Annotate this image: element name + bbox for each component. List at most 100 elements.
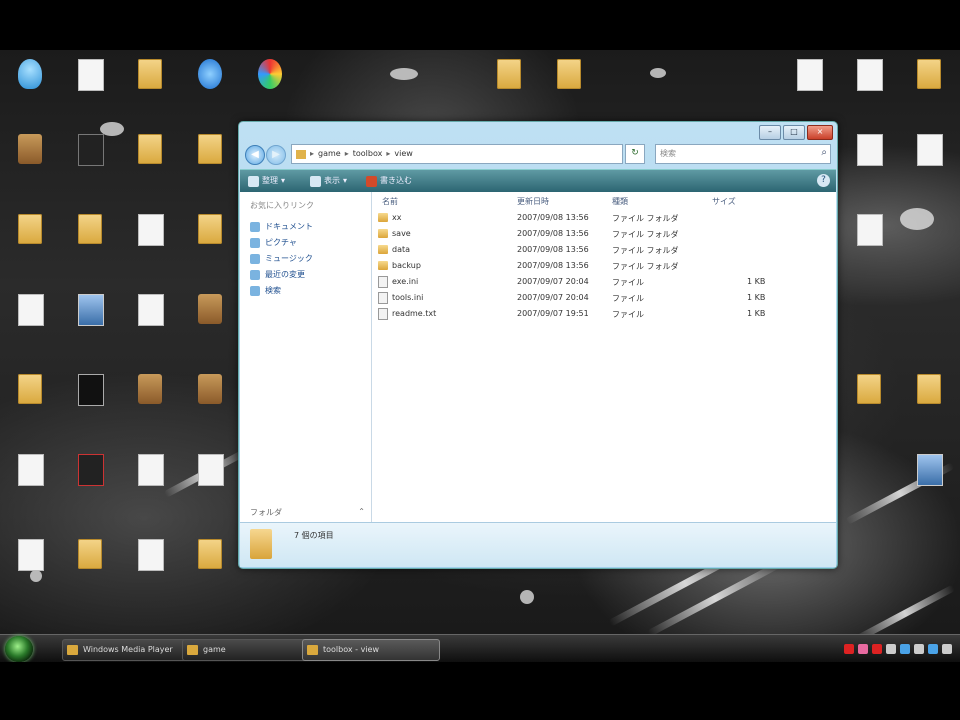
desktop-icon[interactable] <box>1 370 59 432</box>
desktop-icon[interactable] <box>61 535 119 597</box>
column-date[interactable]: 更新日時 <box>517 196 549 207</box>
tray-icon[interactable] <box>872 644 882 654</box>
desktop-icon-label <box>121 248 179 257</box>
desktop-icon[interactable] <box>181 55 239 117</box>
desktop-icon[interactable] <box>900 55 958 117</box>
column-type[interactable]: 種類 <box>612 196 628 207</box>
desktop-icon[interactable] <box>840 370 898 432</box>
tray-icon[interactable] <box>886 644 896 654</box>
desktop-icon[interactable] <box>181 535 239 597</box>
folder-icon <box>138 134 162 164</box>
desktop-icon[interactable] <box>1 290 59 352</box>
favorite-label: ミュージック <box>265 254 313 263</box>
file-row[interactable]: exe.ini 2007/09/07 20:04 ファイル 1 KB <box>372 274 836 290</box>
desktop-icon[interactable] <box>840 210 898 272</box>
file-row[interactable]: readme.txt 2007/09/07 19:51 ファイル 1 KB <box>372 306 836 322</box>
desktop-icon[interactable] <box>1 55 59 117</box>
desktop-icon-label <box>241 93 299 102</box>
desktop-icon-label <box>61 328 119 337</box>
desktop-icon[interactable] <box>121 370 179 432</box>
explorer-window[interactable]: – □ × ◀ ▶ ▸ game ▸ toolbox ▸ view ↻ 検索 ⌕ 整理 ▾… <box>238 121 838 569</box>
desktop-icon[interactable] <box>181 370 239 432</box>
file-row[interactable]: xx 2007/09/08 13:56 ファイル フォルダ <box>372 210 836 226</box>
organize-button[interactable]: 整理 ▾ <box>248 174 285 188</box>
address-bar[interactable]: ▸ game ▸ toolbox ▸ view <box>291 144 623 164</box>
favorite-link[interactable]: ドキュメント <box>250 220 313 233</box>
taskbar-button[interactable]: game <box>182 639 320 661</box>
breadcrumb-separator[interactable]: ▸ <box>345 149 349 159</box>
favorite-link[interactable]: ミュージック <box>250 252 313 265</box>
network-icon[interactable] <box>900 644 910 654</box>
desktop-icon[interactable] <box>181 210 239 272</box>
search-icon[interactable]: ⌕ <box>821 147 827 158</box>
desktop-icon[interactable] <box>61 210 119 272</box>
tray-icon[interactable] <box>942 644 952 654</box>
desktop-icon[interactable] <box>1 535 59 597</box>
file-row[interactable]: data 2007/09/08 13:56 ファイル フォルダ <box>372 242 836 258</box>
search-input[interactable]: 検索 ⌕ <box>655 144 831 164</box>
desktop-icon[interactable] <box>121 450 179 512</box>
maximize-button[interactable]: □ <box>783 125 805 140</box>
back-button[interactable]: ◀ <box>245 145 265 165</box>
desktop-icon[interactable] <box>61 55 119 117</box>
desktop-icon-label <box>121 408 179 417</box>
desktop-icon[interactable] <box>780 55 838 117</box>
breadcrumb-separator[interactable]: ▸ <box>386 149 390 159</box>
tray-icon[interactable] <box>928 644 938 654</box>
taskbar-button[interactable]: toolbox - view <box>302 639 440 661</box>
file-row[interactable]: backup 2007/09/08 13:56 ファイル フォルダ <box>372 258 836 274</box>
desktop-icon[interactable] <box>121 130 179 192</box>
tray-icon[interactable] <box>844 644 854 654</box>
desktop-icon[interactable] <box>1 130 59 192</box>
desktop-icon[interactable] <box>900 370 958 432</box>
breadcrumb-item[interactable]: toolbox <box>353 149 383 159</box>
desktop-icon[interactable] <box>540 55 598 117</box>
desktop-icon[interactable] <box>181 130 239 192</box>
desktop-icon[interactable] <box>61 370 119 432</box>
desktop-icon[interactable] <box>480 55 538 117</box>
favorite-link[interactable]: 検索 <box>250 284 281 297</box>
favorite-icon <box>250 269 260 280</box>
desktop-icon[interactable] <box>121 535 179 597</box>
column-size[interactable]: サイズ <box>712 196 736 207</box>
desktop-icon[interactable] <box>900 130 958 192</box>
doc-icon <box>18 539 44 571</box>
views-button[interactable]: 表示 ▾ <box>310 174 347 188</box>
file-row[interactable]: save 2007/09/08 13:56 ファイル フォルダ <box>372 226 836 242</box>
desktop-icon[interactable] <box>1 450 59 512</box>
breadcrumb-item[interactable]: game <box>318 149 341 159</box>
desktop-icon[interactable] <box>61 290 119 352</box>
forward-button[interactable]: ▶ <box>266 145 286 165</box>
desktop-icon[interactable] <box>181 290 239 352</box>
desktop-icon[interactable] <box>121 210 179 272</box>
tray-icon[interactable] <box>858 644 868 654</box>
folders-toggle[interactable]: フォルダ ⌃ <box>250 507 365 518</box>
color-icon <box>258 59 282 89</box>
desktop-icon[interactable] <box>61 130 119 192</box>
desktop-icon-label <box>900 168 958 177</box>
breadcrumb-separator[interactable]: ▸ <box>310 149 314 159</box>
desktop-icon[interactable] <box>840 55 898 117</box>
desktop-icon[interactable] <box>121 290 179 352</box>
column-name[interactable]: 名前 <box>382 196 398 207</box>
file-row[interactable]: tools.ini 2007/09/07 20:04 ファイル 1 KB <box>372 290 836 306</box>
desktop-icon[interactable] <box>900 450 958 512</box>
favorite-link[interactable]: 最近の変更 <box>250 268 305 281</box>
desktop-icon[interactable] <box>181 450 239 512</box>
help-button[interactable]: ? <box>817 174 830 187</box>
favorite-link[interactable]: ピクチャ <box>250 236 297 249</box>
minimize-button[interactable]: – <box>759 125 781 140</box>
volume-icon[interactable] <box>914 644 924 654</box>
burn-button[interactable]: 書き込む <box>366 174 412 188</box>
desktop-icon[interactable] <box>121 55 179 117</box>
close-button[interactable]: × <box>807 125 833 140</box>
desktop-icon[interactable] <box>1 210 59 272</box>
breadcrumb-item[interactable]: view <box>394 149 412 159</box>
desktop-icon[interactable] <box>840 130 898 192</box>
desktop-icon[interactable] <box>241 55 299 117</box>
file-size: 1 KB <box>747 277 766 286</box>
desktop-icon[interactable] <box>61 450 119 512</box>
start-button[interactable] <box>5 636 33 662</box>
taskbar-button[interactable]: Windows Media Player <box>62 639 200 661</box>
refresh-button[interactable]: ↻ <box>625 144 645 164</box>
